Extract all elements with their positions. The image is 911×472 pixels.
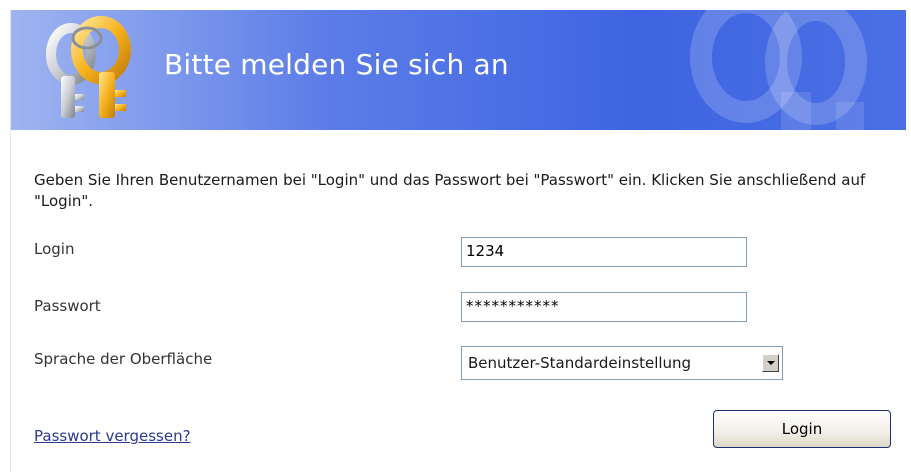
keys-watermark-icon bbox=[690, 10, 867, 130]
password-input[interactable]: *********** bbox=[461, 292, 747, 322]
language-label: Sprache der Oberfläche bbox=[34, 350, 213, 368]
page-title: Bitte melden Sie sich an bbox=[164, 48, 509, 81]
login-button[interactable]: Login bbox=[713, 410, 891, 448]
chevron-down-icon[interactable] bbox=[762, 354, 779, 372]
language-select-value: Benutzer-Standardeinstellung bbox=[468, 354, 692, 372]
forgot-password-link[interactable]: Passwort vergessen? bbox=[34, 427, 191, 445]
header-banner: Bitte melden Sie sich an bbox=[11, 10, 906, 130]
login-label: Login bbox=[34, 240, 75, 258]
login-instructions: Geben Sie Ihren Benutzernamen bei "Login… bbox=[34, 171, 866, 210]
language-select[interactable]: Benutzer-Standardeinstellung bbox=[461, 346, 783, 380]
login-dialog: Bitte melden Sie sich an Geben Sie Ihren… bbox=[10, 10, 906, 472]
login-input[interactable]: 1234 bbox=[461, 237, 747, 267]
password-label: Passwort bbox=[34, 297, 101, 315]
keys-icon bbox=[46, 16, 131, 118]
